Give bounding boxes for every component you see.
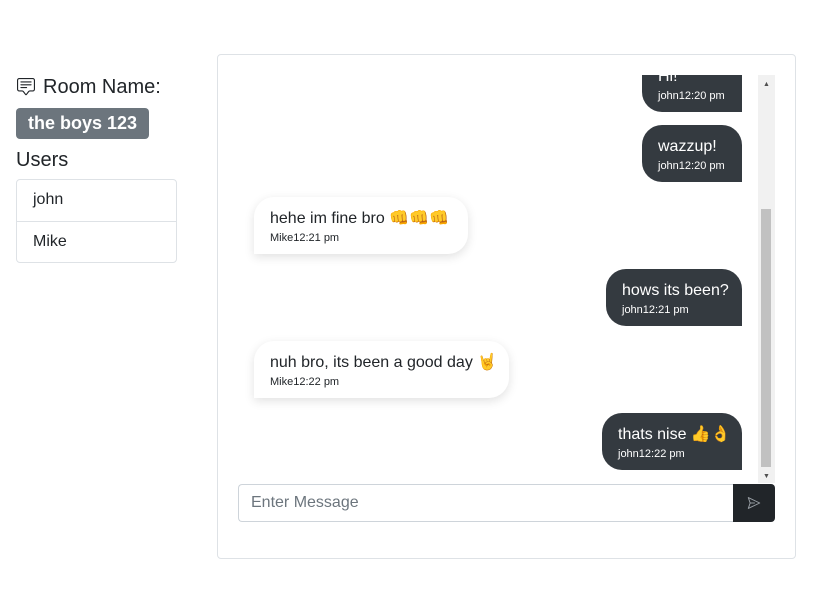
message-author: Mike — [270, 376, 294, 388]
message-text: wazzup! — [658, 138, 717, 155]
user-list-item[interactable]: Mike — [17, 221, 176, 262]
message-bubble-sent: wazzup! john12:20 pm — [642, 125, 742, 182]
message-bubble-sent: hows its been? john12:21 pm — [606, 269, 742, 326]
scroll-up-arrow-icon[interactable]: ▲ — [758, 77, 775, 91]
send-icon — [747, 497, 761, 509]
message-time: 12:20 pm — [678, 90, 725, 102]
message-text: hows its been? — [622, 282, 729, 299]
chat-panel: Hi! john12:20 pm wazzup! john12:20 pm he… — [217, 54, 796, 559]
message-text: Hi! — [658, 75, 678, 85]
message-meta: Mike12:22 pm — [270, 375, 493, 389]
message-meta: john12:21 pm — [622, 303, 726, 317]
message-input[interactable] — [238, 484, 733, 522]
message-time: 12:21 pm — [293, 232, 340, 244]
message-composer — [238, 484, 775, 522]
scroll-down-arrow-icon[interactable]: ▼ — [758, 469, 775, 483]
message-bubble-sent: Hi! john12:20 pm — [642, 75, 742, 112]
message-text: thats nise 👍👌 — [618, 426, 731, 443]
message-author: Mike — [270, 232, 294, 244]
user-list: john Mike — [16, 179, 177, 263]
message-meta: john12:22 pm — [618, 447, 726, 461]
message-text: nuh bro, its been a good day 🤘 — [270, 354, 498, 371]
message-time: 12:22 pm — [638, 448, 685, 460]
scroll-thumb[interactable] — [761, 209, 771, 467]
message-meta: john12:20 pm — [658, 89, 726, 103]
message-list-scrollbar[interactable]: ▲ ▼ — [758, 75, 775, 483]
message-list[interactable]: Hi! john12:20 pm wazzup! john12:20 pm he… — [238, 75, 775, 483]
user-list-item[interactable]: john — [17, 180, 176, 221]
message-meta: Mike12:21 pm — [270, 231, 452, 245]
sidebar: Room Name: the boys 123 Users john Mike — [16, 74, 177, 263]
chat-square-text-icon — [17, 78, 35, 96]
message-time: 12:21 pm — [642, 304, 689, 316]
users-heading: Users — [16, 149, 69, 171]
room-heading: Room Name: — [16, 74, 177, 100]
message-author: john — [622, 304, 643, 316]
message-author: john — [658, 160, 679, 172]
room-name-badge: the boys 123 — [16, 108, 150, 139]
message-bubble-received: nuh bro, its been a good day 🤘 Mike12:22… — [254, 341, 509, 398]
message-time: 12:22 pm — [293, 376, 340, 388]
message-text: hehe im fine bro 👊👊👊 — [270, 210, 449, 227]
message-bubble-sent: thats nise 👍👌 john12:22 pm — [602, 413, 742, 470]
message-author: john — [618, 448, 639, 460]
send-button[interactable] — [733, 484, 775, 522]
message-time: 12:20 pm — [678, 160, 725, 172]
message-bubble-received: hehe im fine bro 👊👊👊 Mike12:21 pm — [254, 197, 468, 254]
message-author: john — [658, 90, 679, 102]
message-meta: john12:20 pm — [658, 159, 726, 173]
room-label: Room Name: — [43, 75, 161, 98]
